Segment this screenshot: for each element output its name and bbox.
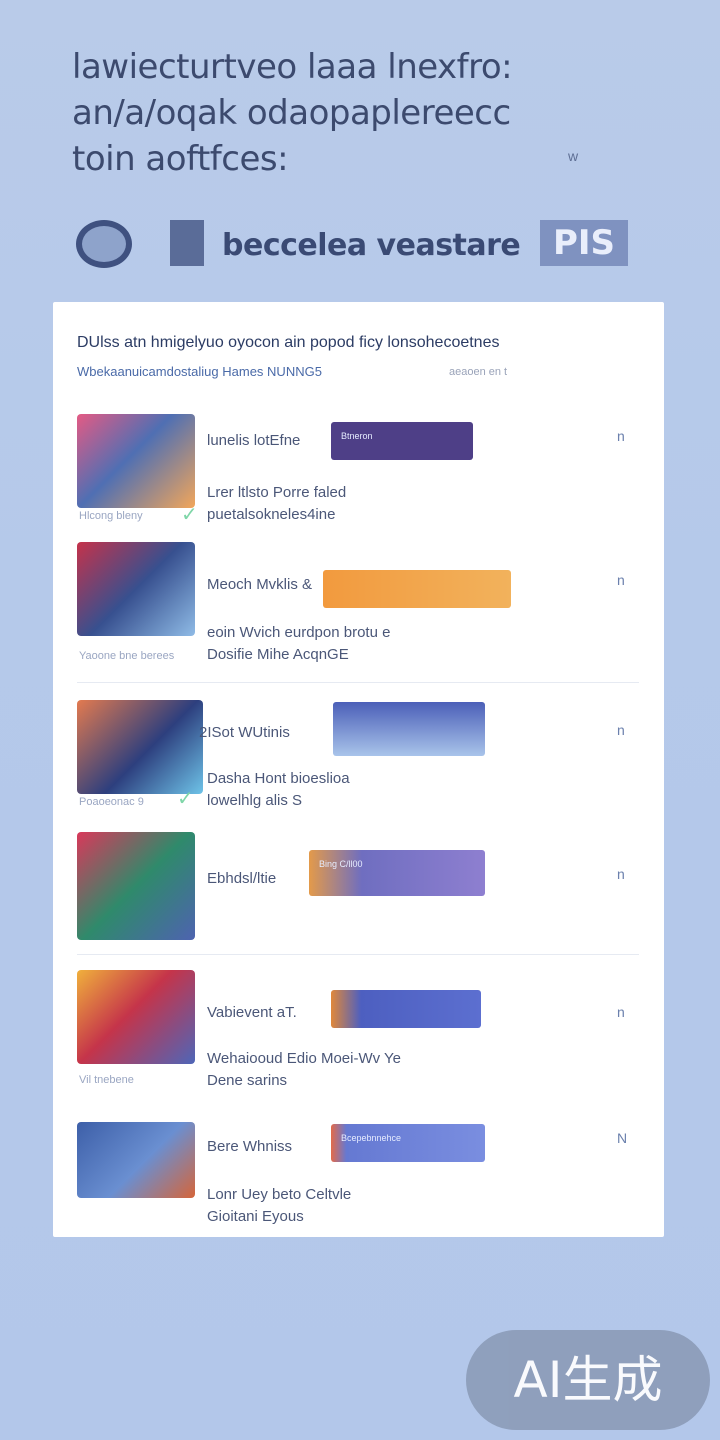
item-thumbnail — [77, 700, 203, 794]
list-item[interactable]: Yaoone bne berees Meoch Mvklis & n eoin … — [77, 542, 642, 668]
item-line-2: puetalsokneles4ine — [207, 506, 336, 523]
item-line-1: Lrer ltlsto Porre faled — [207, 484, 347, 501]
item-banner[interactable] — [331, 990, 481, 1028]
headline-mark: w — [568, 148, 579, 164]
item-title: Meoch Mvklis & — [207, 576, 313, 593]
chevron-icon[interactable]: n — [617, 866, 625, 882]
list-item[interactable]: ✓ Hlcong bleny lunelis lotEfne Btneron n… — [77, 414, 642, 534]
item-line-2: Dene sarins — [207, 1072, 288, 1089]
item-line-1: Wehaiooud Edio Moei-Wv Ye — [207, 1050, 402, 1067]
item-line-2: Dosifie Mihe AcqnGE — [207, 646, 349, 663]
item-thumbnail — [77, 414, 195, 508]
item-line-1: Dasha Hont bioeslioa — [207, 770, 350, 787]
card-subheader[interactable]: Wbekaanuicamdostaliug Hames NUNNG5 — [77, 364, 322, 379]
chevron-icon[interactable]: N — [617, 1130, 627, 1146]
thumbnail-caption: Hlcong bleny — [79, 510, 143, 522]
thumbnail-caption: Poaoeonac 9 — [79, 796, 144, 808]
chevron-icon[interactable]: n — [617, 572, 625, 588]
list-item[interactable]: Vil tnebene Vabievent aT. n Wehaiooud Ed… — [77, 970, 642, 1090]
item-title: Vabievent aT. — [207, 1004, 297, 1021]
item-thumbnail — [77, 832, 195, 940]
item-banner[interactable]: Bing C/ll00 — [309, 850, 485, 896]
item-title: lunelis lotEfne — [207, 432, 301, 449]
item-banner[interactable] — [333, 702, 485, 756]
subtitle-row: beccelea veastare PIS — [74, 212, 634, 272]
check-icon: ✓ — [181, 504, 198, 526]
divider — [77, 954, 639, 955]
item-line-1: eoin Wvich eurdpon brotu e — [207, 624, 391, 641]
item-thumbnail — [77, 970, 195, 1064]
thumbnail-caption: Yaoone bne berees — [79, 650, 175, 662]
subtitle-badge: PIS — [540, 220, 628, 266]
item-line-1: Lonr Uey beto Celtvle — [207, 1186, 352, 1203]
item-title: Ebhdsl/ltie — [207, 870, 277, 887]
chevron-icon[interactable]: n — [617, 1004, 625, 1020]
item-line-2: Gioitani Eyous — [207, 1208, 304, 1225]
subtitle-text: beccelea veastare — [222, 228, 521, 263]
item-thumbnail — [77, 542, 195, 636]
circle-icon — [76, 220, 132, 268]
card-meta: aeaoen en t — [449, 366, 508, 378]
list-item[interactable]: Ebhdsl/ltie Bing C/ll00 n — [77, 832, 642, 950]
check-icon: ✓ — [177, 788, 194, 810]
item-thumbnail — [77, 1122, 195, 1198]
bar-icon — [170, 220, 204, 266]
card-header: DUlss atn hmigelyuo oyocon ain popod fic… — [77, 334, 500, 351]
item-banner[interactable]: Bcepebnnehce — [331, 1124, 485, 1162]
page-headline: lawiecturtveo laaa lnexfro: an/a/oqak od… — [72, 47, 513, 179]
content-card: DUlss atn hmigelyuo oyocon ain popod fic… — [53, 302, 664, 1237]
chevron-icon[interactable]: n — [617, 428, 625, 444]
list-item[interactable]: Bere Whniss Bcepebnnehce N Lonr Uey beto… — [77, 1122, 642, 1232]
item-line-2: lowelhlg alis S — [207, 792, 303, 809]
item-banner[interactable] — [323, 570, 511, 608]
list-item[interactable]: ✓ Poaoeonac 9 2ISot WUtinis n Dasha Hont… — [77, 700, 642, 818]
item-banner[interactable]: Btneron — [331, 422, 473, 460]
chevron-icon[interactable]: n — [617, 722, 625, 738]
divider — [77, 682, 639, 683]
item-title: 2ISot WUtinis — [199, 724, 290, 741]
ai-generated-watermark: AI生成 — [466, 1330, 710, 1430]
thumbnail-caption: Vil tnebene — [79, 1074, 134, 1086]
item-title: Bere Whniss — [207, 1138, 293, 1155]
